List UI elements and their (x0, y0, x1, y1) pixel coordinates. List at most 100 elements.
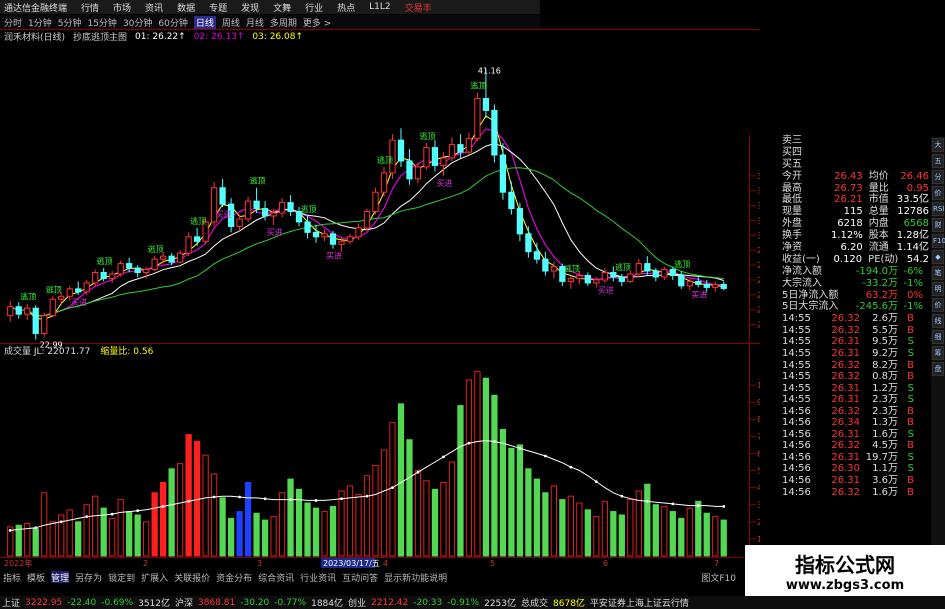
volume-bar (686, 507, 693, 557)
candle-body (380, 172, 388, 193)
volume-bar (576, 502, 583, 557)
tick-direction: S (907, 451, 914, 463)
side-tab[interactable]: 线 (932, 314, 944, 328)
side-tab[interactable]: 分 (932, 170, 944, 184)
flow-pct: -6% (903, 265, 923, 277)
candle-body (669, 269, 676, 276)
candle-body (304, 221, 311, 233)
volume-ma-dot (671, 502, 675, 506)
candle-body (508, 191, 515, 210)
volume-tick-label: 7000 (757, 432, 760, 441)
side-tab[interactable]: 明 (932, 282, 944, 296)
tick-time: 14:56 (782, 417, 811, 429)
candle-body (423, 147, 430, 168)
tick-volume: 9.2万 (872, 348, 898, 359)
side-tab[interactable]: 价 (932, 298, 944, 312)
tick-time: 14:55 (782, 382, 811, 394)
buy-signal-label: 买进 (598, 286, 614, 295)
bottom-tab[interactable]: 资金分布 (216, 571, 252, 584)
candle-body (720, 283, 727, 289)
flow-row: 净流入额 -194.0万 -6% (782, 266, 929, 278)
bottom-tab[interactable]: 管理 (51, 571, 70, 584)
tick-row: 14:56 26.34 1.3万 B (782, 417, 929, 429)
f10-button[interactable]: 图文F10 (701, 571, 740, 584)
volume-bar (244, 481, 252, 557)
candle-body (41, 315, 48, 334)
volume-bar (372, 464, 379, 557)
order-value (827, 147, 865, 159)
tick-direction: B (907, 371, 914, 383)
escape-signal-label: 逃顶 (470, 81, 486, 91)
cy-label: 创业 (348, 599, 367, 609)
bottom-tab[interactable]: 另存为 (75, 571, 102, 584)
tick-row: 14:56 26.32 1.6万 B (782, 487, 929, 499)
side-tab[interactable]: F10 (932, 234, 945, 248)
side-tab[interactable]: 价 (932, 186, 944, 200)
bottom-tab[interactable]: 综合资讯 (258, 571, 294, 584)
side-tab[interactable]: 筹 (932, 346, 944, 360)
stat-row: 现量 115 总量 12786 (782, 206, 929, 218)
time-axis-label: 2022年 (4, 558, 32, 568)
candle-body (49, 298, 56, 317)
tick-time: 14:55 (782, 324, 811, 336)
volume-ma-dot (467, 441, 471, 445)
stat-label: 现量 (782, 206, 802, 218)
price-tick-label: 34.00 (757, 172, 760, 181)
side-tab[interactable]: 大 (932, 138, 944, 152)
bottom-tab[interactable]: 模板 (27, 571, 45, 584)
stat-label: 量比 (868, 182, 889, 194)
bottom-tab[interactable]: 显示新功能说明 (384, 571, 447, 584)
stat-value: 115 (843, 206, 863, 218)
bottom-tab[interactable]: 关联报价 (174, 571, 210, 584)
side-tab[interactable]: 笔 (932, 266, 944, 280)
volume-ma-dot (696, 504, 700, 507)
escape-signal-label: 逃顶 (419, 131, 435, 141)
tick-time: 14:55 (782, 348, 811, 359)
volume-bar (525, 468, 532, 557)
candle-body (363, 211, 371, 229)
volume-tick-label: 1000 (757, 535, 760, 544)
candle-body (338, 240, 345, 245)
volume-bar (143, 521, 150, 557)
side-tab[interactable]: ◆ (932, 250, 944, 264)
bottom-tab[interactable]: 行业资讯 (300, 571, 336, 584)
volume-ma-dot (722, 505, 726, 508)
stat-row: 外盘 6218 内盘 6568 (782, 218, 929, 230)
high-price-label: 41.16 (478, 66, 501, 75)
volume-bar (168, 468, 175, 557)
volume-bar (210, 473, 218, 557)
side-tab[interactable]: 细 (932, 330, 944, 344)
side-tab[interactable]: 五 (932, 154, 944, 168)
volume-bar (423, 480, 430, 557)
volume-bar (567, 495, 574, 557)
side-tab[interactable]: 盘 (932, 362, 944, 376)
stat-label: 最高 (782, 182, 802, 194)
volume-bar (712, 516, 719, 557)
tick-direction: S (907, 463, 914, 475)
tick-volume: 2.3万 (872, 405, 898, 417)
side-tab[interactable]: RSI (932, 202, 944, 216)
time-axis-label: 6 (603, 559, 608, 568)
bottom-tab[interactable]: 扩展入 (141, 571, 168, 584)
sz-pct: -0.77% (274, 597, 307, 608)
escape-signal-label: 逃顶 (377, 155, 393, 165)
bottom-tab[interactable]: 锁定到 (108, 571, 135, 584)
side-tab[interactable]: 财 (932, 218, 944, 232)
bottom-tab[interactable]: 指标 (3, 571, 21, 584)
kline-chart[interactable]: 34.00 33.00 32.00 31.00 30.00 29.00 28.00 27.00… (0, 0, 760, 585)
stat-value: 6218 (837, 218, 863, 230)
volume-tick-label: 5000 (757, 467, 760, 476)
volume-tick-label: 3000 (757, 501, 760, 510)
tick-price: 26.31 (831, 475, 860, 487)
candle-body (644, 263, 651, 272)
tick-price: 26.31 (831, 348, 860, 359)
stat-value: 33.5亿 (896, 194, 930, 206)
volume-bar (406, 439, 413, 557)
bottom-tab[interactable]: 互动问答 (342, 571, 378, 584)
candle-body (329, 233, 337, 245)
tick-price: 26.32 (831, 313, 860, 325)
order-row: 卖三 (782, 135, 929, 147)
volume-bar (448, 461, 456, 557)
cy-value: 2212.42 (371, 597, 409, 608)
volume-bar (355, 493, 362, 557)
